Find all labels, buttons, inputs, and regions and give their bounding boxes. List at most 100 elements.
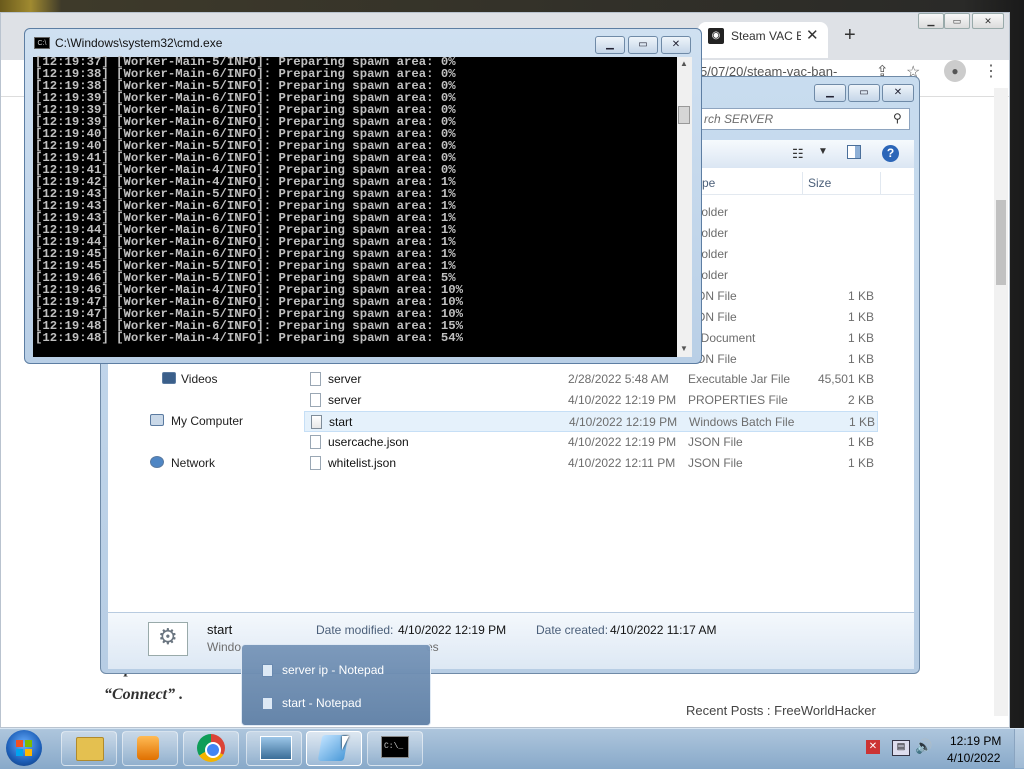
close-icon[interactable]: ✕ [972, 13, 1004, 29]
file-row[interactable]: server 2/28/2022 5:48 AM Executable Jar … [304, 369, 878, 390]
file-row-selected[interactable]: start 4/10/2022 12:19 PM Windows Batch F… [304, 411, 878, 432]
console-scroll-thumb[interactable] [678, 106, 690, 124]
notepad-jump-popup [241, 644, 431, 726]
maximize-icon[interactable]: ▭ [628, 36, 658, 54]
file-type: JSON File [688, 456, 743, 470]
close-tab-icon[interactable]: ✕ [806, 26, 819, 44]
maximize-icon[interactable]: ▭ [848, 84, 880, 102]
partial-file-size: 1 KB [847, 352, 874, 366]
chrome-menu-icon[interactable]: ⋮ [983, 61, 999, 81]
media-player-icon [137, 736, 159, 760]
folder-icon [76, 737, 104, 761]
mouse-cursor-icon [342, 736, 349, 750]
file-size: 45,501 KB [817, 372, 874, 386]
file-name: start [329, 415, 353, 429]
scroll-down-arrow-icon[interactable]: ▼ [680, 344, 688, 353]
file-icon [310, 456, 321, 470]
details-file-type: Windo [207, 640, 242, 654]
file-row[interactable]: whitelist.json 4/10/2022 12:11 PM JSON F… [304, 453, 878, 474]
column-separator[interactable] [802, 172, 803, 194]
nav-item-my-computer[interactable]: My Computer [171, 414, 243, 428]
chrome-window-controls: ▁ ▭ ✕ [918, 12, 1008, 30]
column-header-size[interactable]: Size [808, 176, 831, 190]
popup-item-start-notepad[interactable]: start - Notepad [282, 696, 361, 710]
new-tab-icon[interactable]: + [844, 24, 856, 47]
preview-pane-icon[interactable] [847, 145, 861, 159]
file-row[interactable]: server 4/10/2022 12:19 PM PROPERTIES Fil… [304, 390, 878, 411]
file-date: 4/10/2022 12:19 PM [569, 415, 678, 429]
clock-date[interactable]: 4/10/2022 [947, 751, 1000, 765]
help-icon[interactable]: ? [882, 145, 899, 162]
jar-file-icon [310, 372, 321, 386]
profile-avatar-icon[interactable]: ● [944, 60, 966, 82]
clock-time[interactable]: 12:19 PM [950, 734, 1001, 748]
search-icon[interactable]: ⚲ [893, 111, 902, 125]
details-file-name: start [207, 622, 233, 637]
column-header-type[interactable]: pe [702, 176, 715, 190]
page-scroll-thumb[interactable] [996, 200, 1006, 285]
cmd-icon: C:\_ [381, 736, 409, 758]
file-name: whitelist.json [328, 456, 397, 470]
network-icon[interactable]: ▤ [892, 740, 910, 756]
file-size: 2 KB [847, 393, 874, 407]
file-type: JSON File [688, 435, 743, 449]
file-size: 1 KB [847, 435, 874, 449]
file-name: server [328, 372, 362, 386]
maximize-icon[interactable]: ▭ [944, 13, 970, 29]
article-connect-text: “Connect” . [104, 686, 184, 703]
scroll-up-arrow-icon[interactable]: ▲ [680, 59, 688, 68]
console-scrollbar[interactable] [677, 57, 692, 357]
close-icon[interactable]: ✕ [661, 36, 691, 54]
steam-favicon-icon: ◉ [708, 28, 724, 44]
file-row[interactable]: usercache.json 4/10/2022 12:19 PM JSON F… [304, 432, 878, 453]
computer-icon [150, 414, 164, 426]
close-icon[interactable]: ✕ [882, 84, 914, 102]
column-separator[interactable] [880, 172, 881, 194]
partial-file-size: 1 KB [847, 310, 874, 324]
page-scrollbar[interactable] [994, 88, 1008, 716]
network-icon [150, 456, 164, 468]
gear-icon: ⚙ [158, 624, 178, 649]
details-created-label: Date created: [536, 623, 609, 637]
notepad-icon [262, 697, 273, 710]
minimize-icon[interactable]: ▁ [918, 13, 944, 29]
console-lines: [12:19:37] [Worker-Main-5/INFO]: Prepari… [35, 56, 675, 344]
file-size: 1 KB [847, 456, 874, 470]
file-type: PROPERTIES File [688, 393, 788, 407]
partial-file-size: 1 KB [847, 289, 874, 303]
file-date: 4/10/2022 12:19 PM [568, 393, 677, 407]
details-modified-value: 4/10/2022 12:19 PM [398, 623, 507, 637]
chevron-down-icon[interactable]: ▼ [818, 146, 828, 157]
batch-file-icon [311, 415, 322, 429]
minimize-icon[interactable]: ▁ [595, 36, 625, 54]
chrome-tab-title: Steam VAC B [731, 29, 801, 43]
videos-icon [162, 372, 176, 384]
file-icon [310, 393, 321, 407]
file-date: 4/10/2022 12:19 PM [568, 435, 677, 449]
volume-icon[interactable]: 🔊 [915, 738, 932, 755]
action-center-flag-icon[interactable]: ✕ [866, 740, 880, 754]
show-desktop-button[interactable] [1014, 729, 1024, 768]
windows-logo-icon [16, 740, 32, 756]
nav-item-videos[interactable]: Videos [181, 372, 217, 386]
notepad-icon [262, 664, 273, 677]
file-name: server [328, 393, 362, 407]
nav-item-network[interactable]: Network [171, 456, 215, 470]
view-options-icon[interactable]: ☷ [792, 146, 804, 162]
search-placeholder: rch SERVER [704, 112, 774, 126]
cmd-window-title: C:\Windows\system32\cmd.exe [55, 36, 223, 50]
file-date: 2/28/2022 5:48 AM [568, 372, 669, 386]
popup-item-server-ip-notepad[interactable]: server ip - Notepad [282, 663, 384, 677]
chrome-icon-center [205, 742, 221, 758]
console-line: [12:19:48] [Worker-Main-4/INFO]: Prepari… [35, 331, 464, 345]
cmd-app-icon: C:\ [34, 37, 50, 49]
file-icon [310, 435, 321, 449]
picture-icon [260, 736, 292, 760]
details-modified-label: Date modified: [316, 623, 394, 637]
file-size: 1 KB [848, 415, 875, 429]
file-name: usercache.json [328, 435, 409, 449]
details-created-value: 4/10/2022 11:17 AM [610, 623, 717, 637]
minimize-icon[interactable]: ▁ [814, 84, 846, 102]
recent-posts-heading: Recent Posts : FreeWorldHacker [686, 703, 876, 718]
file-date: 4/10/2022 12:11 PM [568, 456, 676, 470]
